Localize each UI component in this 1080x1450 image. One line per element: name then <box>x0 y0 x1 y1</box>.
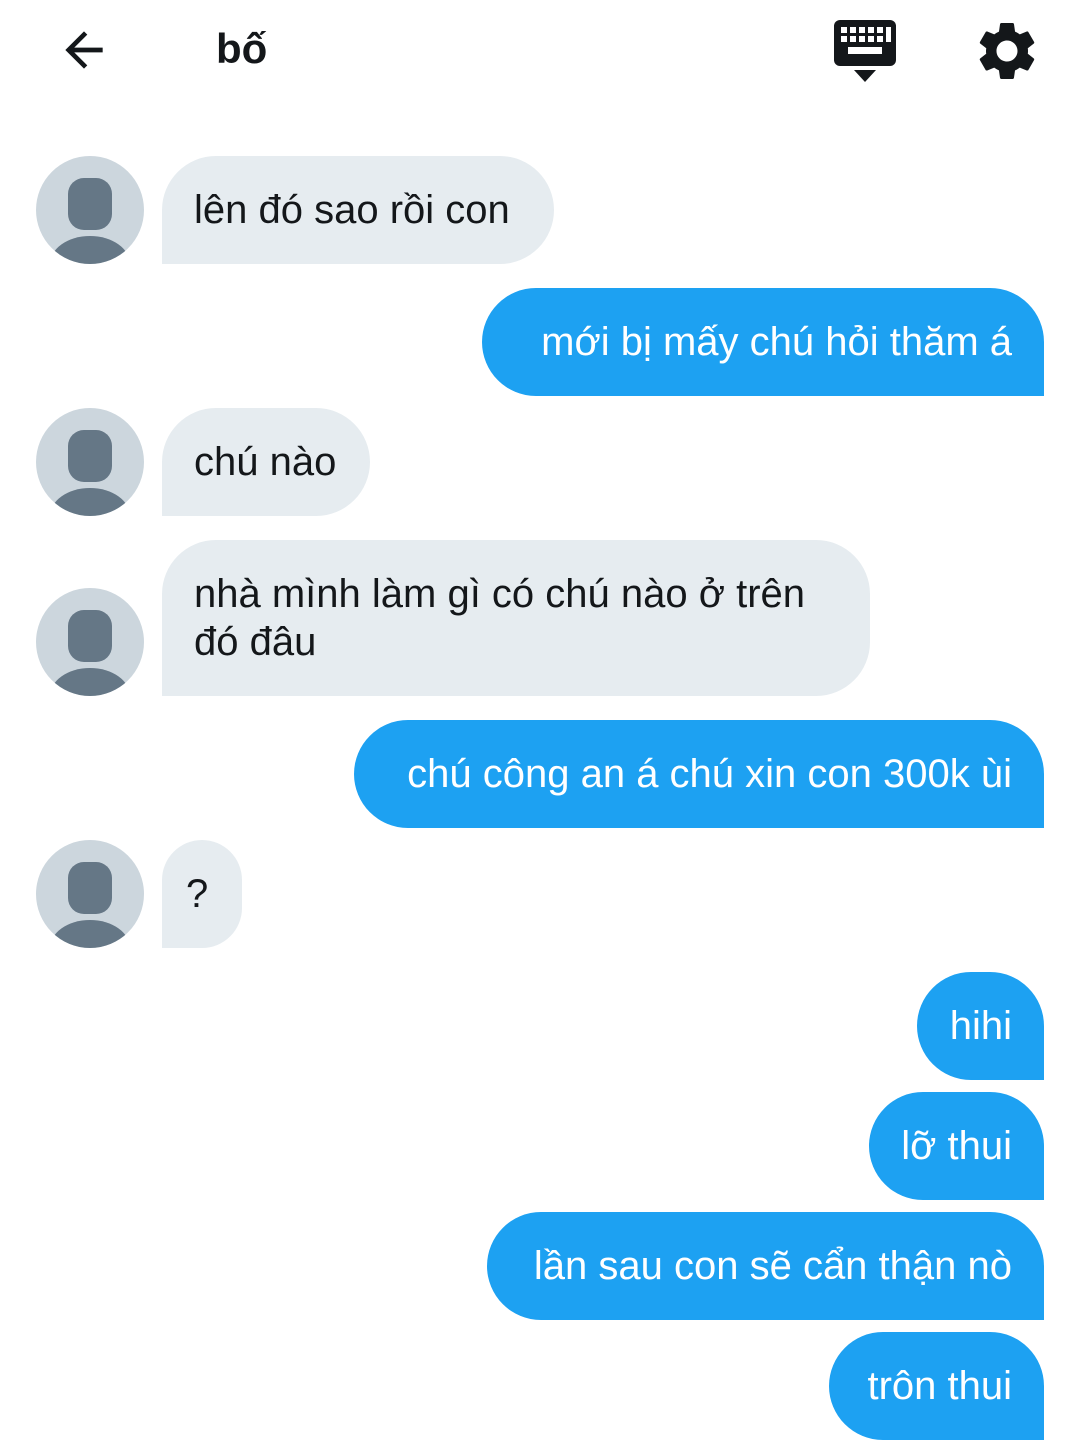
message-bubble-outgoing[interactable]: hihi <box>917 972 1044 1080</box>
keyboard-icon <box>834 20 896 82</box>
gear-icon <box>979 22 1035 79</box>
message-bubble-incoming[interactable]: chú nào <box>162 408 370 516</box>
default-profile-icon <box>50 610 130 696</box>
back-button[interactable] <box>50 20 118 80</box>
keyboard-button[interactable] <box>830 18 900 84</box>
message-bubble-outgoing[interactable]: chú công an á chú xin con 300k ùi <box>354 720 1044 828</box>
message-bubble-incoming[interactable]: nhà mình làm gì có chú nào ở trên đó đâu <box>162 540 870 696</box>
default-profile-icon <box>50 178 130 264</box>
message-bubble-outgoing[interactable]: lỡ thui <box>869 1092 1044 1200</box>
avatar[interactable] <box>36 408 144 516</box>
default-profile-icon <box>50 430 130 516</box>
contact-name: bố <box>216 25 268 72</box>
message-bubble-outgoing[interactable]: trôn thui <box>829 1332 1044 1440</box>
message-bubble-outgoing[interactable]: mới bị mấy chú hỏi thăm á <box>482 288 1044 396</box>
avatar[interactable] <box>36 156 144 264</box>
message-bubble-incoming[interactable]: lên đó sao rồi con <box>162 156 554 264</box>
settings-button[interactable] <box>972 16 1042 86</box>
conversation-header: bố <box>0 0 1080 100</box>
avatar[interactable] <box>36 588 144 696</box>
message-bubble-incoming[interactable]: ? <box>162 840 242 948</box>
avatar[interactable] <box>36 840 144 948</box>
default-profile-icon <box>50 862 130 948</box>
arrow-left-icon <box>65 31 103 69</box>
message-bubble-outgoing[interactable]: lần sau con sẽ cẩn thận nò <box>487 1212 1044 1320</box>
